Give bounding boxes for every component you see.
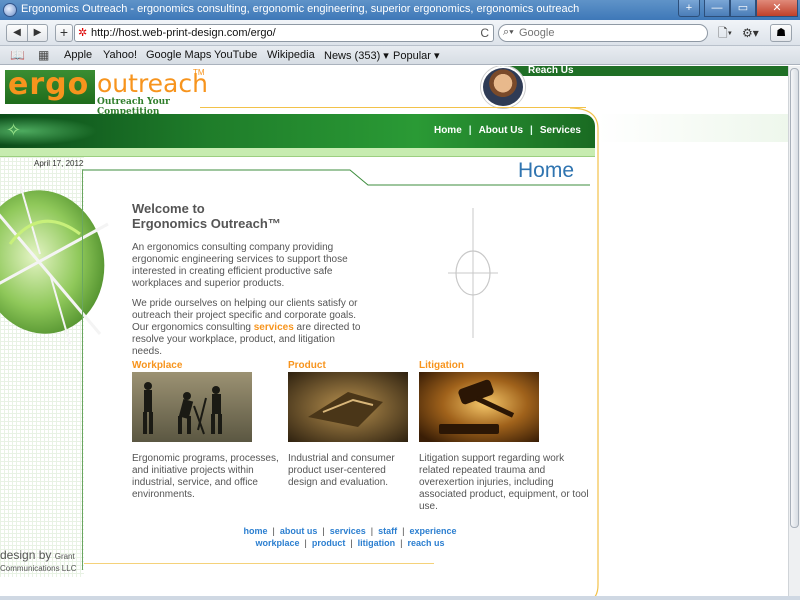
section-product-text: Industrial and consumer product user-cen… [288, 453, 395, 488]
logo-outreach-text: outreach [97, 69, 208, 98]
minimize-button[interactable]: — [704, 0, 730, 17]
nav-about-us[interactable]: About Us [479, 125, 523, 136]
design-credit-company[interactable]: Communications LLC [0, 564, 76, 573]
status-bar [0, 596, 800, 600]
services-inline-link[interactable]: services [254, 322, 294, 333]
reading-list-icon[interactable]: 📖 [10, 48, 25, 62]
new-tab-button[interactable]: + [678, 0, 700, 17]
footer-separator: | [304, 538, 307, 548]
footer-separator: | [402, 526, 405, 536]
maximize-button[interactable]: ▭ [730, 0, 756, 17]
logo-trademark: TM [193, 68, 205, 77]
logo-ergo-text: ergo [8, 67, 90, 102]
gear-icon[interactable]: ⚙▾ [742, 24, 759, 42]
section-litigation-title[interactable]: Litigation [419, 360, 464, 371]
footer-links-row-1: home | about us | services | staff | experience [0, 526, 700, 536]
back-forward-group: ◀ ▶ [6, 24, 48, 42]
footer-separator: | [370, 526, 374, 536]
address-url[interactable]: http://host.web-print-design.com/ergo/ [91, 27, 276, 39]
nav-banner: ✧ Home | About Us | Services [0, 114, 595, 148]
vertical-scrollbar[interactable] [788, 66, 800, 596]
bug-report-icon[interactable]: ☗ [770, 24, 792, 42]
window-controls: + — ▭ ✕ [678, 0, 798, 18]
frame-top-line [200, 107, 586, 108]
scrollbar-thumb[interactable] [790, 68, 799, 528]
welcome-heading: Welcome to Ergonomics Outreach™ [132, 201, 281, 231]
search-input[interactable] [519, 26, 699, 40]
page-date: April 17, 2012 [34, 159, 84, 168]
litigation-gavel-photo[interactable] [419, 372, 539, 442]
window-title: Ergonomics Outreach - ergonomics consult… [21, 3, 580, 15]
browser-app-icon [3, 3, 17, 17]
reload-icon[interactable]: C [480, 26, 489, 40]
footer-link-reach-us[interactable]: reach us [408, 538, 445, 548]
page-menu-icon[interactable]: 🗋▾ [718, 24, 732, 42]
bookmark-wikipedia[interactable]: Wikipedia [267, 49, 315, 61]
section-product-title[interactable]: Product [288, 360, 326, 371]
footer-link-experience[interactable]: experience [409, 526, 456, 536]
product-photo[interactable] [288, 372, 408, 442]
welcome-line-1: Welcome to [132, 201, 205, 216]
section-litigation-text: Litigation support regarding work relate… [419, 453, 589, 512]
footer-link-litigation[interactable]: litigation [358, 538, 396, 548]
add-bookmark-button[interactable]: + [55, 24, 73, 42]
footer-link-product[interactable]: product [312, 538, 346, 548]
reach-us-link[interactable]: Reach Us [528, 66, 574, 76]
bookmarks-bar: 📖 ▦ Apple Yahoo! Google Maps YouTube Wik… [0, 46, 800, 65]
address-bar[interactable]: ✲ http://host.web-print-design.com/ergo/… [74, 24, 494, 42]
bookmark-news[interactable]: News (353) ▾ [324, 49, 389, 62]
bookmark-apple[interactable]: Apple [64, 49, 92, 61]
footer-separator: | [272, 526, 275, 536]
footer-link-staff[interactable]: staff [378, 526, 397, 536]
window-titlebar: Ergonomics Outreach - ergonomics consult… [0, 0, 800, 20]
header-fade [598, 114, 788, 142]
search-icon[interactable]: ⌕▾ [503, 26, 514, 39]
nav-separator: | [468, 125, 472, 136]
top-sites-grid-icon[interactable]: ▦ [38, 48, 49, 62]
footer-separator: | [350, 538, 353, 548]
top-navigation: Home | About Us | Services [434, 125, 581, 136]
search-field[interactable]: ⌕▾ [498, 24, 708, 42]
nav-home[interactable]: Home [434, 125, 462, 136]
footer-separator: | [322, 526, 325, 536]
nav-separator: | [530, 125, 533, 136]
section-workplace-title[interactable]: Workplace [132, 360, 182, 371]
compass-star-icon: ✧ [6, 120, 22, 140]
contact-avatar [481, 66, 525, 108]
crosshair-target-graphic [448, 208, 498, 338]
site-favicon-icon: ✲ [78, 27, 88, 39]
footer-links-row-2: workplace | product | litigation | reach us [0, 538, 700, 548]
design-credit-grant: Grant [54, 552, 75, 561]
welcome-line-2: Ergonomics Outreach™ [132, 216, 281, 231]
browser-toolbar: ◀ ▶ + ✲ http://host.web-print-design.com… [0, 20, 800, 46]
close-button[interactable]: ✕ [756, 0, 798, 17]
bookmark-youtube[interactable]: YouTube [214, 49, 257, 61]
section-workplace-text: Ergonomic programs, processes, and initi… [132, 453, 279, 500]
footer-link-home[interactable]: home [244, 526, 268, 536]
page-viewport: ergo outreach TM Outreach Your Competiti… [0, 66, 788, 596]
back-button[interactable]: ◀ [7, 25, 27, 41]
bookmark-yahoo[interactable]: Yahoo! [103, 49, 137, 61]
bookmark-popular[interactable]: Popular ▾ [393, 49, 440, 62]
bookmark-google-maps[interactable]: Google Maps [146, 49, 211, 61]
forward-button[interactable]: ▶ [27, 25, 47, 41]
nav-services[interactable]: Services [540, 125, 581, 136]
design-credit-main: design by [0, 548, 52, 562]
footer-link-services[interactable]: services [330, 526, 366, 536]
footer-link-workplace[interactable]: workplace [255, 538, 299, 548]
intro-paragraph: An ergonomics consulting company providi… [132, 242, 348, 289]
workplace-photo[interactable] [132, 372, 252, 442]
footer-link-about-us[interactable]: about us [280, 526, 318, 536]
footer-separator: | [400, 538, 403, 548]
design-credit[interactable]: design by Grant [0, 548, 75, 562]
site-logo[interactable]: ergo outreach TM Outreach Your Competiti… [5, 66, 210, 117]
nav-underbar [0, 148, 595, 157]
goals-paragraph: We pride ourselves on helping our client… [132, 298, 367, 358]
